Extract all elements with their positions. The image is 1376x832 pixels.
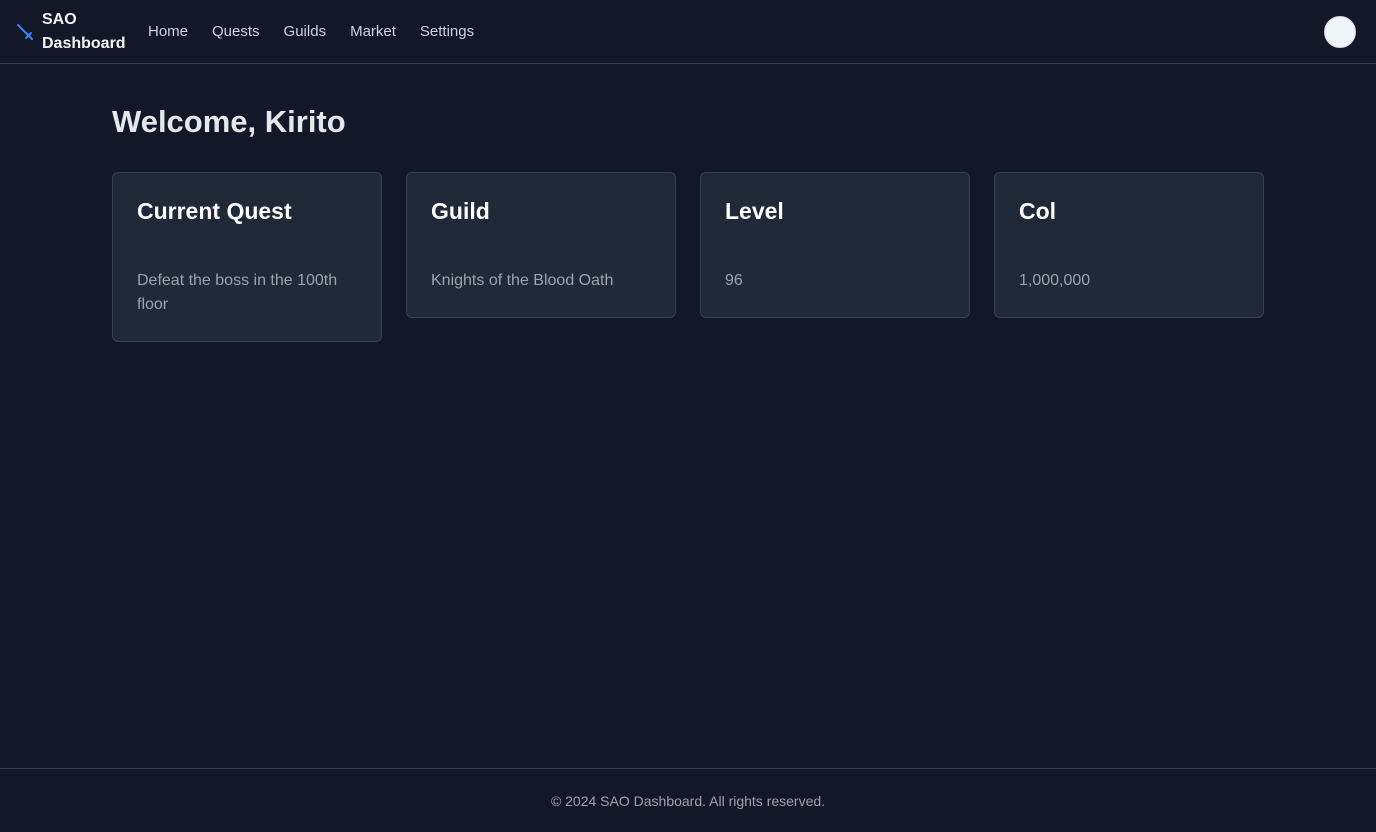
card-title: Guild bbox=[431, 198, 490, 224]
card-current-quest: Current Quest Defeat the boss in the 100… bbox=[112, 172, 382, 342]
card-guild: Guild Knights of the Blood Oath bbox=[406, 172, 676, 318]
brand[interactable]: SAO Dashboard bbox=[16, 8, 132, 56]
nav-guilds[interactable]: Guilds bbox=[284, 20, 327, 44]
nav-home[interactable]: Home bbox=[148, 20, 188, 44]
main-nav: Home Quests Guilds Market Settings bbox=[148, 20, 474, 44]
card-value: Knights of the Blood Oath bbox=[431, 272, 614, 289]
nav-settings[interactable]: Settings bbox=[420, 20, 474, 44]
brand-name: SAO Dashboard bbox=[42, 11, 126, 52]
card-title: Level bbox=[725, 198, 784, 224]
card-title: Col bbox=[1019, 198, 1057, 224]
nav-market[interactable]: Market bbox=[350, 20, 396, 44]
nav-quests[interactable]: Quests bbox=[212, 20, 260, 44]
top-navbar: SAO Dashboard Home Quests Guilds Market … bbox=[0, 0, 1376, 64]
stats-cards: Current Quest Defeat the boss in the 100… bbox=[112, 172, 1264, 342]
footer-copyright: © 2024 SAO Dashboard. All rights reserve… bbox=[550, 792, 826, 809]
card-value: Defeat the boss in the 100th floor bbox=[137, 272, 338, 313]
page: SAO Dashboard Home Quests Guilds Market … bbox=[0, 0, 1376, 832]
page-title: Welcome, Kirito bbox=[112, 104, 346, 139]
sword-icon bbox=[16, 23, 34, 41]
card-col: Col 1,000,000 bbox=[994, 172, 1264, 318]
card-level: Level 96 bbox=[700, 172, 970, 318]
card-value: 1,000,000 bbox=[1019, 272, 1091, 289]
card-value: 96 bbox=[725, 272, 743, 289]
footer: © 2024 SAO Dashboard. All rights reserve… bbox=[0, 768, 1376, 832]
card-title: Current Quest bbox=[137, 198, 292, 224]
avatar[interactable] bbox=[1324, 16, 1356, 48]
